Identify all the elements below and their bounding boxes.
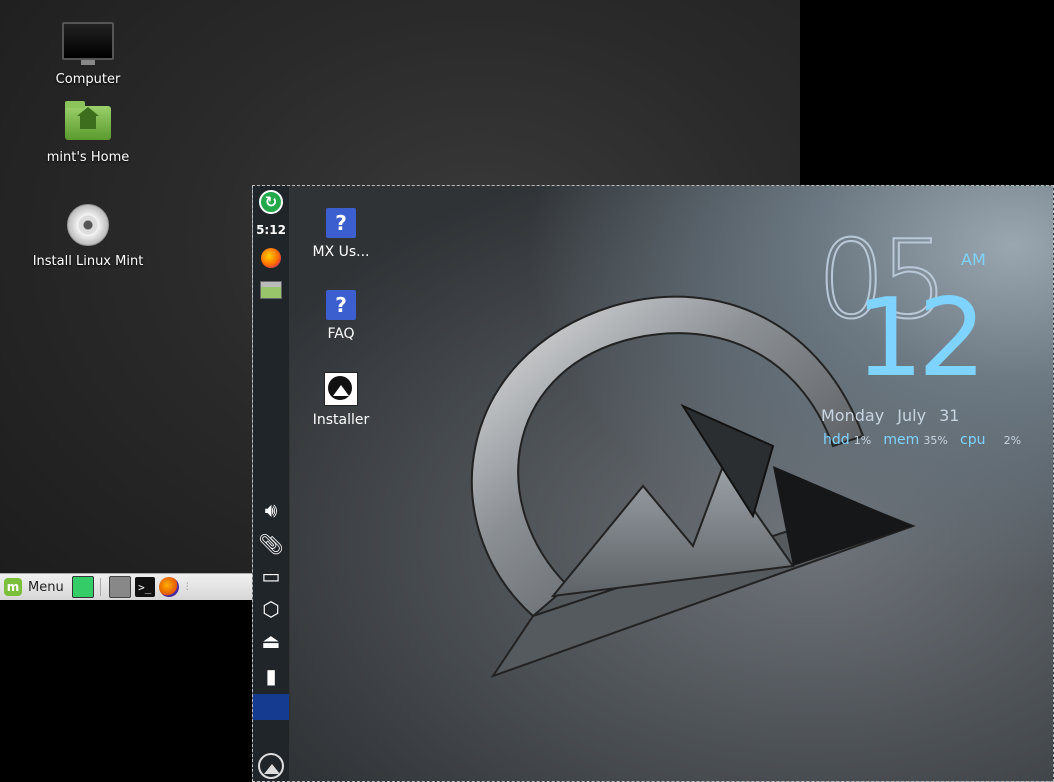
file-manager-icon	[260, 281, 282, 299]
logout-icon: ↻	[259, 190, 283, 214]
desktop-icon-faq[interactable]: ? FAQ	[301, 290, 381, 342]
mx-vm-window[interactable]: ↻ 5:12 🔊︎ 📎︎ ▭ ⬡ ⏏ ▮ ? MX Us... ? FAQ In…	[252, 185, 1054, 782]
workspace-switcher[interactable]	[253, 694, 289, 720]
desktop-icon-label: MX Us...	[312, 244, 370, 260]
conky-minute: 12	[855, 276, 986, 401]
desktop-icon-mx-users[interactable]: ? MX Us...	[301, 208, 381, 260]
logout-button[interactable]: ↻	[257, 188, 285, 216]
stat-label: mem	[883, 432, 920, 448]
help-icon: ?	[326, 208, 356, 238]
show-desktop-icon[interactable]	[71, 576, 94, 598]
desktop-icon-label: Install Linux Mint	[32, 254, 144, 269]
eject-icon[interactable]: ⏏	[257, 627, 285, 655]
updater-icon[interactable]: ⬡	[257, 595, 285, 623]
stat-label: cpu	[960, 432, 986, 448]
desktop-icon-installer[interactable]: Installer	[301, 372, 381, 428]
conky-date-value: July 31	[897, 406, 960, 425]
desktop-icon-label: Installer	[312, 412, 370, 428]
firefox-launcher[interactable]	[257, 244, 285, 272]
mx-menu-button[interactable]	[257, 752, 285, 780]
help-icon: ?	[326, 290, 356, 320]
file-manager-launcher-icon[interactable]	[108, 576, 131, 598]
conky-day: Monday	[821, 406, 885, 425]
mint-logo-icon: m	[4, 578, 22, 596]
conky-date: Monday July 31	[821, 406, 959, 425]
conky-stats: hdd 1% mem 35% cpu 2%	[823, 432, 1029, 448]
firefox-launcher-icon[interactable]	[158, 577, 179, 597]
panel-handle-icon[interactable]: ⋮	[183, 582, 192, 592]
conky-clock-widget: 05 12 AM Monday July 31 hdd 1% mem 35% c…	[813, 217, 1043, 456]
computer-icon	[62, 22, 114, 65]
desktop-icon-label: FAQ	[327, 326, 355, 342]
mx-logo-icon	[258, 753, 284, 779]
conky-ampm: AM	[961, 250, 986, 269]
clipboard-icon[interactable]: 📎︎	[257, 530, 285, 558]
mint-taskbar: m Menu >_ ⋮	[0, 573, 252, 600]
firefox-icon	[261, 248, 281, 268]
panel-separator	[99, 578, 103, 596]
installer-icon	[324, 372, 358, 406]
desktop-icon-install-linux-mint[interactable]: Install Linux Mint	[28, 204, 148, 269]
desktop-icon-label: mint's Home	[46, 150, 130, 165]
stat-value: 35%	[923, 434, 948, 447]
disc-icon	[67, 204, 109, 246]
menu-button-label: Menu	[28, 579, 64, 595]
menu-button[interactable]: m Menu	[0, 574, 70, 600]
panel-clock[interactable]: 5:12	[256, 220, 286, 240]
volume-icon[interactable]: 🔊︎	[257, 496, 285, 524]
network-icon[interactable]: ▭	[257, 562, 285, 590]
mx-side-panel: ↻ 5:12 🔊︎ 📎︎ ▭ ⬡ ⏏ ▮	[253, 186, 290, 781]
battery-icon[interactable]: ▮	[257, 662, 285, 690]
desktop-icon-label: Computer	[55, 72, 121, 87]
file-manager-launcher[interactable]	[257, 276, 285, 304]
stat-value: 2%	[1003, 434, 1022, 447]
desktop-icon-home[interactable]: mint's Home	[28, 101, 148, 165]
desktop-icon-computer[interactable]: Computer	[28, 22, 148, 87]
terminal-launcher-icon[interactable]: >_	[134, 577, 155, 597]
stat-value: 1%	[853, 434, 872, 447]
home-folder-icon	[65, 101, 111, 140]
stat-label: hdd	[823, 432, 850, 448]
